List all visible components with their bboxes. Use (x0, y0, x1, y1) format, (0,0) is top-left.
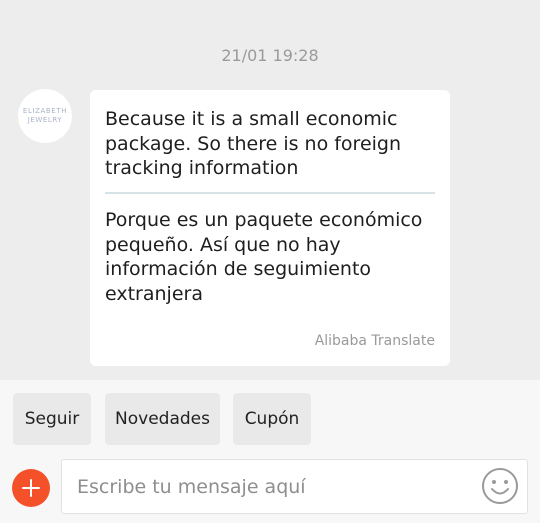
chat-area: 21/01 19:28 ELIZABETH JEWELRY Because it… (0, 0, 540, 380)
quick-reply-seguir-button[interactable]: Seguir (13, 393, 91, 445)
message-bubble[interactable]: Because it is a small economic package. … (90, 90, 450, 366)
translation-credit: Alibaba Translate (314, 333, 435, 349)
bottom-bar: Seguir Novedades Cupón (0, 380, 540, 523)
plus-icon[interactable] (12, 469, 50, 507)
message-translated-text: Porque es un paquete económico pequeño. … (105, 209, 423, 305)
quick-reply-cupon-button[interactable]: Cupón (233, 393, 311, 445)
quick-reply-novedades-button[interactable]: Novedades (105, 393, 220, 445)
avatar-text-line2: JEWELRY (27, 116, 63, 124)
translation-divider (105, 192, 435, 194)
message-timestamp: 21/01 19:28 (221, 46, 319, 65)
smiley-icon[interactable] (481, 467, 519, 505)
avatar-text-line1: ELIZABETH (22, 107, 68, 115)
message-original-text: Because it is a small economic package. … (105, 108, 402, 179)
message-input[interactable] (61, 459, 528, 514)
avatar[interactable]: ELIZABETH JEWELRY (18, 89, 72, 143)
